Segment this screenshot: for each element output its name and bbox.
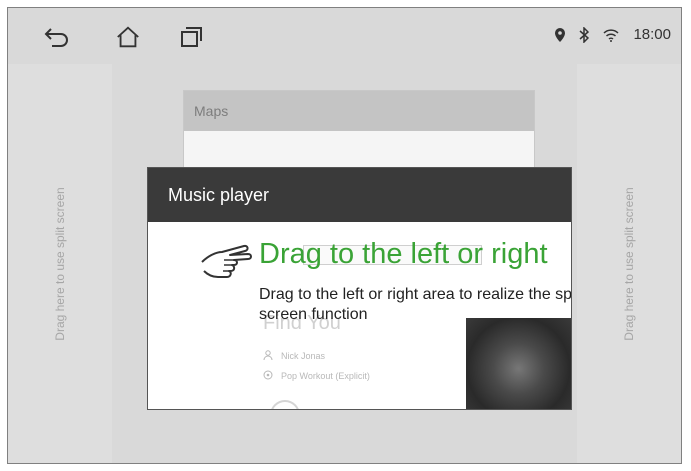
drag-hint-description: Drag to the left or right area to realiz… [259,286,572,323]
music-player-card[interactable]: Music player Find You Nick Jonas Pop Wor… [147,167,572,410]
location-icon [555,27,566,42]
status-indicators: 18:00 [555,26,671,43]
split-zone-right-label: Drag here to use split screen [622,186,636,341]
clock-time: 18:00 [633,26,671,43]
split-zone-right[interactable]: Drag here to use split screen [577,64,681,463]
hand-pointer-icon [198,236,260,293]
device-screen: 18:00 Drag here to use split screen Drag… [7,7,682,464]
split-zone-left[interactable]: Drag here to use split screen [8,64,112,463]
recent-apps-icon[interactable] [179,24,205,50]
home-icon[interactable] [115,24,141,50]
music-card-content: Find You Nick Jonas Pop Workout (Explici… [148,222,572,409]
drag-hint-overlay: Drag to the left or right Drag to the le… [148,222,572,409]
music-card-title: Music player [148,168,571,222]
wifi-icon [603,28,619,42]
back-icon[interactable] [44,24,70,50]
split-zone-left-label: Drag here to use split screen [53,186,67,341]
bluetooth-icon [579,26,590,43]
maps-card-title: Maps [184,91,534,131]
drag-hint-title: Drag to the left or right [259,238,548,270]
status-bar: 18:00 [8,8,681,64]
